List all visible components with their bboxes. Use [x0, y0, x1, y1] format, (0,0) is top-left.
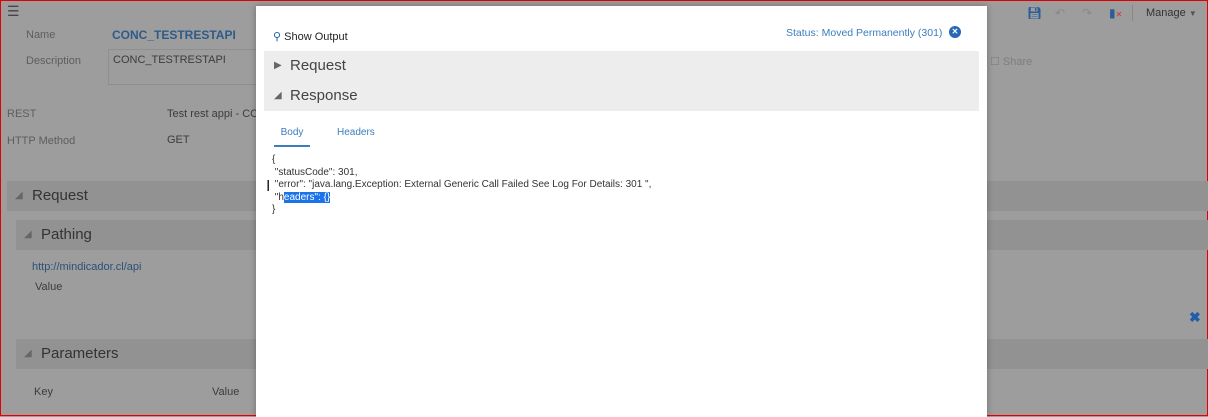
text-cursor-icon: I [266, 178, 271, 195]
body-line: "headers": {} [272, 191, 651, 205]
manage-menu-button[interactable]: Manage ▼ [1146, 7, 1197, 19]
undo-icon[interactable]: ↶ [1055, 6, 1065, 20]
tab-body[interactable]: Body [274, 127, 310, 147]
body-line: "error": "java.lang.Exception: External … [272, 179, 652, 190]
share-button[interactable]: ☐ Share [990, 55, 1032, 68]
response-body[interactable]: { "statusCode": 301, "error": "java.lang… [272, 154, 651, 217]
body-text: "h [272, 191, 284, 203]
close-x-icon[interactable]: ✖ [1189, 309, 1201, 326]
tab-headers[interactable]: Headers [337, 127, 375, 138]
selected-text: eaders": {} [283, 191, 331, 203]
http-method-value[interactable]: GET [167, 134, 190, 146]
delete-icon[interactable]: ▮✕ [1109, 6, 1122, 20]
value-label: Value [35, 281, 63, 293]
manage-label: Manage [1146, 7, 1186, 19]
hamburger-menu-icon[interactable]: ☰ [7, 3, 20, 20]
toolbar-divider [1132, 5, 1133, 21]
key-column-header: Key [34, 386, 53, 398]
body-line: } [272, 204, 276, 215]
rest-label: REST [7, 108, 37, 120]
pathing-section-title: Pathing [41, 226, 92, 243]
url-link[interactable]: http://mindicador.cl/api [32, 261, 141, 273]
body-line: { [272, 154, 276, 165]
request-collapsible[interactable]: ▶ Request [264, 51, 979, 81]
close-dialog-icon[interactable]: ✕ [949, 26, 961, 38]
status-text: Status: Moved Permanently (301) [786, 27, 943, 39]
description-label: Description [26, 55, 82, 67]
parameters-section-title: Parameters [41, 345, 119, 362]
share-label: Share [1002, 56, 1033, 68]
show-output-dialog: ⚲ Show Output Status: Moved Permanently … [256, 6, 987, 417]
dialog-title-text: Show Output [284, 31, 348, 43]
request-label: Request [290, 57, 346, 74]
http-method-label: HTTP Method [7, 135, 76, 147]
chevron-down-icon: ▼ [1188, 9, 1197, 18]
name-label: Name [26, 29, 56, 41]
value-column-header: Value [212, 386, 240, 398]
response-collapsible[interactable]: ◢ Response [264, 81, 979, 111]
rest-value[interactable]: Test rest appi - CON [167, 108, 267, 120]
name-value: CONC_TESTRESTAPI [112, 28, 236, 42]
save-icon[interactable]: 💾︎ [1027, 6, 1042, 20]
collapse-triangle-icon: ◢ [274, 90, 282, 101]
body-line: "statusCode": 301, [272, 166, 358, 178]
redo-icon[interactable]: ↷ [1082, 6, 1092, 20]
response-label: Response [290, 87, 358, 104]
binoculars-icon: ⚲ [273, 31, 282, 43]
description-field[interactable]: CONC_TESTRESTAPI [108, 49, 258, 85]
request-section-title: Request [32, 187, 88, 204]
expand-triangle-icon: ▶ [274, 60, 282, 71]
dialog-title: ⚲ Show Output [273, 30, 348, 43]
